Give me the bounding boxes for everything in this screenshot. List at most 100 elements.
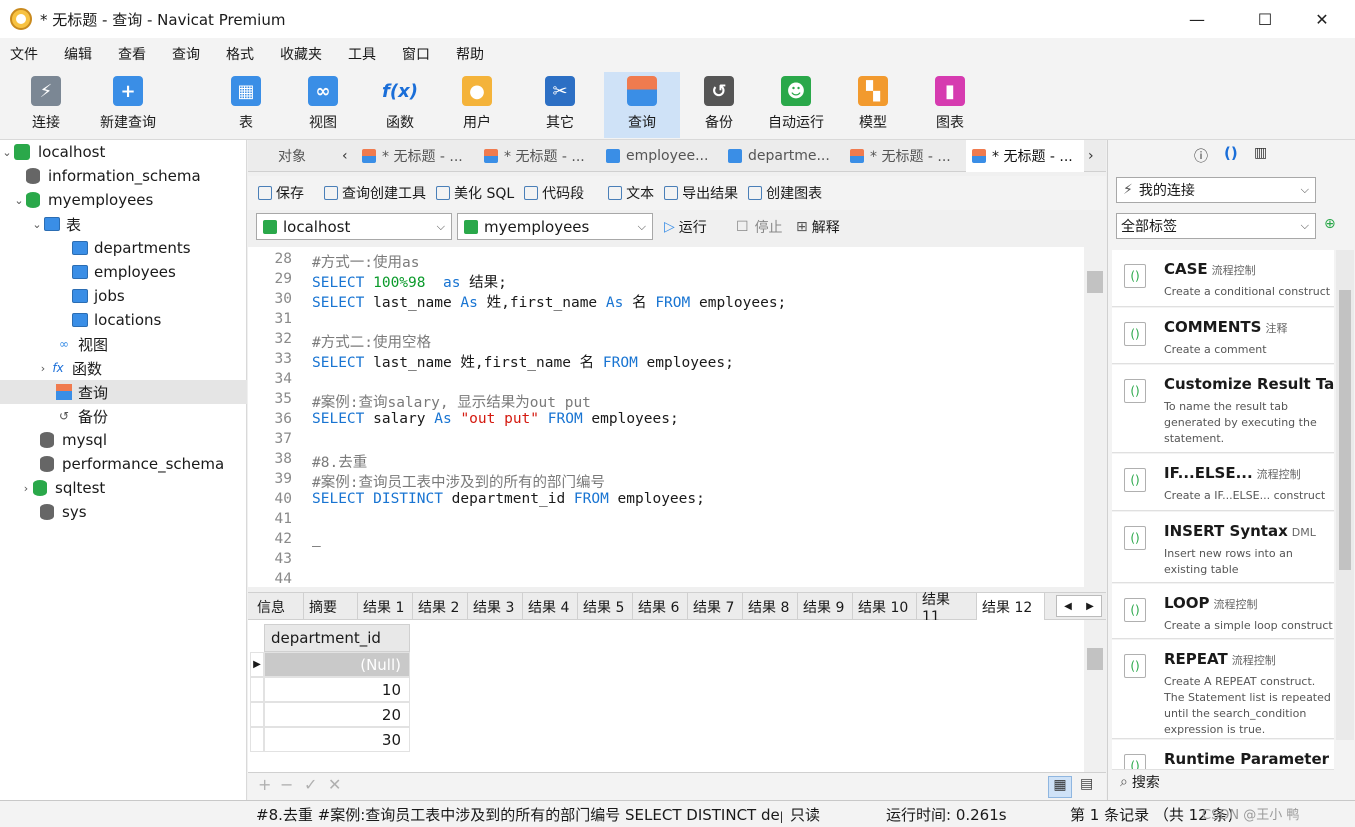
backup-button[interactable]: ↺ 备份 — [681, 72, 757, 138]
tree-information-schema[interactable]: information_schema — [0, 164, 247, 188]
query-button[interactable]: 查询 — [604, 72, 680, 138]
result-tab[interactable]: 结果 10 — [853, 593, 917, 620]
table-row[interactable]: 20 — [264, 702, 410, 727]
minimize-button[interactable]: — — [1172, 0, 1222, 38]
code-line[interactable]: 29 SELECT 100%98 as 结果; — [248, 271, 1078, 291]
code-line[interactable]: 28 #方式一:使用as — [248, 251, 1078, 271]
sql-editor[interactable]: 28 #方式一:使用as 29 SELECT 100%98 as 结果; 30 SELEC… — [248, 247, 1106, 587]
menu-edit[interactable]: 编辑 — [54, 44, 108, 64]
user-button[interactable]: ● 用户 — [439, 72, 515, 138]
result-tab[interactable]: 结果 3 — [468, 593, 523, 620]
menu-view[interactable]: 查看 — [108, 44, 162, 64]
code-line[interactable]: 41 — [248, 511, 1078, 531]
menu-window[interactable]: 窗口 — [392, 44, 446, 64]
result-tab[interactable]: 结果 9 — [798, 593, 853, 620]
code-line[interactable]: 40 SELECT DISTINCT department_id FROM emp… — [248, 491, 1078, 511]
tab-query-2[interactable]: * 无标题 - ... — [478, 140, 596, 172]
tab-objects[interactable]: 对象 — [272, 140, 306, 172]
code-line[interactable]: 42 _ — [248, 531, 1078, 551]
code-line[interactable]: 30 SELECT last_name As 姓,first_name As 名 … — [248, 291, 1078, 311]
delete-record-button[interactable]: − — [280, 775, 293, 794]
view-button[interactable]: ∞ 视图 — [285, 72, 361, 138]
grid-view-icon[interactable]: ▦ — [1048, 776, 1072, 798]
table-row[interactable]: 30 — [264, 727, 410, 752]
result-tab[interactable]: 结果 4 — [523, 593, 578, 620]
editor-scrollbar[interactable] — [1084, 247, 1106, 587]
table-row[interactable]: 10 — [264, 677, 410, 702]
text-button[interactable]: 文本 — [626, 183, 654, 203]
maximize-button[interactable]: ☐ — [1240, 0, 1290, 38]
code-line[interactable]: 36 SELECT salary As "out put" FROM employ… — [248, 411, 1078, 431]
tree-myemployees[interactable]: ⌄ myemployees — [0, 188, 247, 212]
grid-panel-icon[interactable]: ▥ — [1254, 145, 1267, 161]
function-button[interactable]: f(x) 函数 — [362, 72, 438, 138]
create-chart-button[interactable]: 创建图表 — [766, 183, 822, 203]
query-builder-button[interactable]: 查询创建工具 — [342, 183, 426, 203]
snippet-tag-select[interactable]: 全部标签 ⌵ — [1116, 213, 1316, 239]
result-tab[interactable]: 结果 7 — [688, 593, 743, 620]
snippet-item[interactable]: () CASE 流程控制 Create a conditional construct — [1112, 250, 1334, 307]
snippet-item[interactable]: () INSERT Syntax DML Insert new rows into a… — [1112, 512, 1334, 583]
tree-mysql[interactable]: mysql — [0, 428, 247, 452]
result-tab[interactable]: 结果 5 — [578, 593, 633, 620]
snippet-item[interactable]: () LOOP 流程控制 Create a simple loop construct — [1112, 584, 1334, 639]
stop-button[interactable]: ☐ 停止 — [736, 213, 783, 240]
tree-employees[interactable]: employees — [0, 260, 247, 284]
result-tab[interactable]: 结果 1 — [358, 593, 413, 620]
code-line[interactable]: 33 SELECT last_name 姓,first_name 名 FROM e… — [248, 351, 1078, 371]
beautify-sql-button[interactable]: 美化 SQL — [454, 183, 514, 203]
save-button[interactable]: 保存 — [276, 183, 304, 203]
database-select[interactable]: myemployees ⌵ — [457, 213, 653, 240]
tree-views[interactable]: ∞ 视图 — [0, 332, 247, 356]
tree-sqltest[interactable]: › sqltest — [0, 476, 247, 500]
apply-changes-button[interactable]: ✓ — [304, 775, 317, 794]
snippet-item[interactable]: () REPEAT 流程控制 Create A REPEAT construct. T… — [1112, 640, 1334, 739]
code-snippet-icon[interactable]: () — [1224, 144, 1238, 162]
snippet-scrollbar[interactable] — [1336, 250, 1354, 740]
tree-departments[interactable]: departments — [0, 236, 247, 260]
snippet-item[interactable]: () Customize Result Tab N To name the resu… — [1112, 365, 1334, 453]
tree-performance-schema[interactable]: performance_schema — [0, 452, 247, 476]
result-tab[interactable]: 结果 11 — [917, 592, 977, 625]
code-line[interactable]: 39 #案例:查询员工表中涉及到的所有的部门编号 — [248, 471, 1078, 491]
tab-employees[interactable]: employee... — [600, 140, 718, 172]
tab-next-icon[interactable]: ▶ — [1086, 601, 1094, 612]
result-tab[interactable]: 结果 6 — [633, 593, 688, 620]
model-button[interactable]: ▚ 模型 — [835, 72, 911, 138]
table-button[interactable]: ▦ 表 — [208, 72, 284, 138]
code-line[interactable]: 37 — [248, 431, 1078, 451]
tab-scroll-right-icon[interactable]: › — [1086, 140, 1104, 172]
result-tab[interactable]: 结果 2 — [413, 593, 468, 620]
grid-scrollbar[interactable] — [1084, 620, 1106, 772]
menu-favorites[interactable]: 收藏夹 — [270, 44, 338, 64]
result-tab-nav[interactable]: ◀ ▶ — [1056, 595, 1102, 617]
explain-button[interactable]: ⊞ 解释 — [796, 213, 840, 240]
info-icon[interactable]: ⓘ — [1194, 146, 1208, 166]
collapse-arrow-icon[interactable]: › — [36, 362, 50, 375]
discard-changes-button[interactable]: ✕ — [328, 775, 341, 794]
column-header-department-id[interactable]: department_id — [264, 624, 410, 652]
add-record-button[interactable]: + — [258, 775, 271, 794]
tab-prev-icon[interactable]: ◀ — [1064, 601, 1072, 612]
snippet-item[interactable]: () COMMENTS 注释 Create a comment — [1112, 308, 1334, 364]
collapse-arrow-icon[interactable]: › — [19, 482, 33, 495]
code-line[interactable]: 35 #案例:查询salary, 显示结果为out put — [248, 391, 1078, 411]
menu-file[interactable]: 文件 — [0, 44, 54, 64]
expand-arrow-icon[interactable]: ⌄ — [12, 194, 26, 207]
close-button[interactable]: ✕ — [1297, 0, 1347, 38]
tree-localhost[interactable]: ⌄ localhost — [0, 140, 247, 164]
other-button[interactable]: ✂ 其它 — [522, 72, 598, 138]
scrollbar-thumb[interactable] — [1087, 648, 1103, 670]
new-query-button[interactable]: + 新建查询 — [90, 72, 166, 138]
expand-arrow-icon[interactable]: ⌄ — [30, 218, 44, 231]
tree-sys[interactable]: sys — [0, 500, 247, 524]
code-line[interactable]: 43 — [248, 551, 1078, 571]
tree-locations[interactable]: locations — [0, 308, 247, 332]
menu-help[interactable]: 帮助 — [446, 44, 500, 64]
result-tab[interactable]: 结果 8 — [743, 593, 798, 620]
chart-button[interactable]: ▮ 图表 — [912, 72, 988, 138]
result-tab[interactable]: 摘要 — [304, 593, 358, 620]
code-line[interactable]: 32 #方式二:使用空格 — [248, 331, 1078, 351]
tree-tables[interactable]: ⌄ 表 — [0, 212, 247, 236]
result-tab[interactable]: 结果 12 — [977, 593, 1045, 620]
